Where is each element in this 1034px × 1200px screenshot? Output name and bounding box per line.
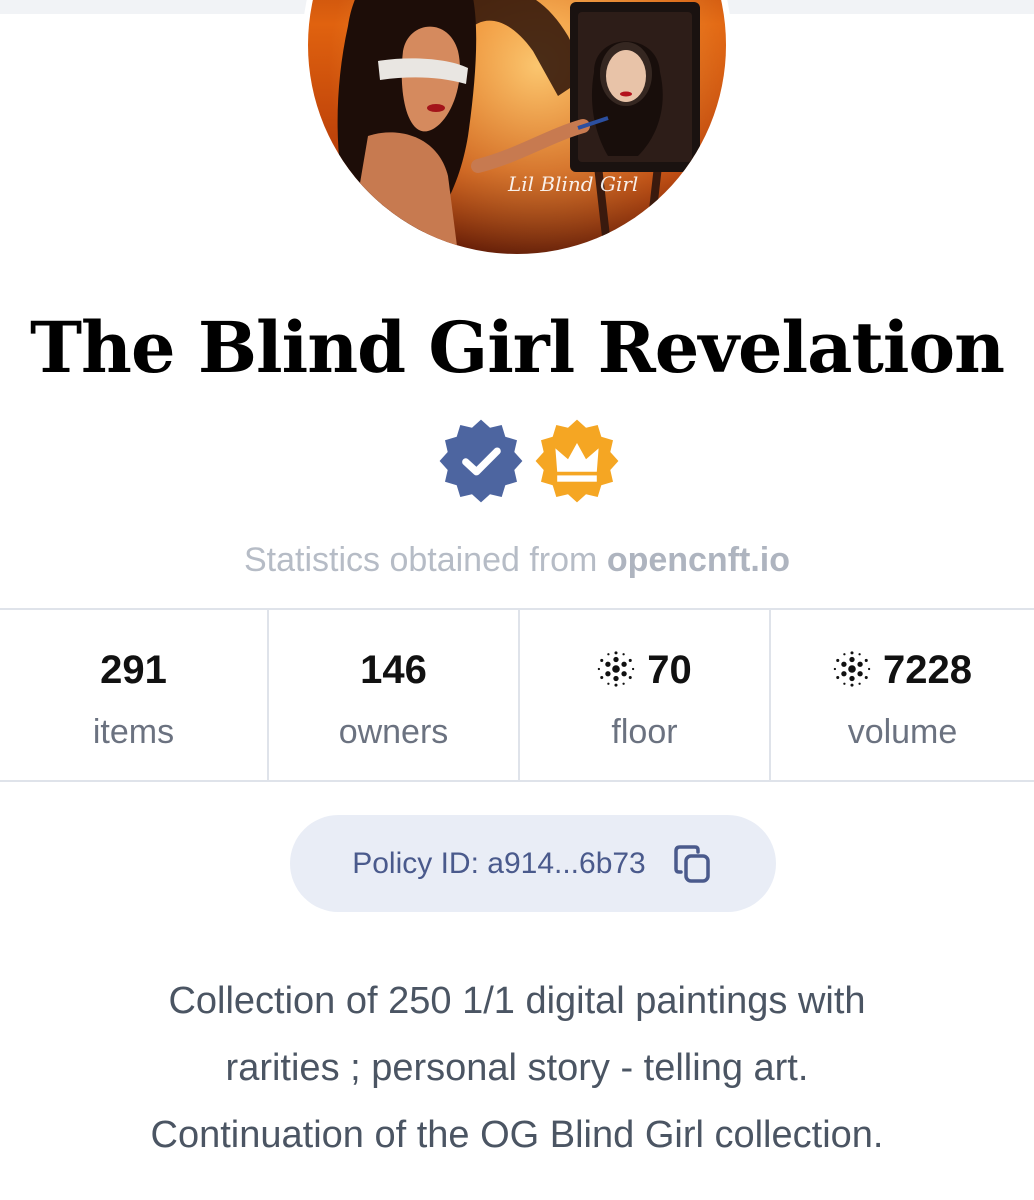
stat-value: 70 — [647, 648, 692, 692]
collection-avatar: Lil Blind Girl — [308, 0, 726, 254]
stat-value-row: 70 — [520, 646, 769, 694]
stats-source: Statistics obtained from opencnft.io — [0, 538, 1034, 582]
stat-volume: 7228 volume — [769, 610, 1034, 780]
stat-value: 291 — [100, 648, 167, 692]
stats-bar: 291 items 146 owners 70 floor 7228 volum… — [0, 608, 1034, 782]
copy-icon[interactable] — [672, 843, 714, 885]
crown-icon — [532, 416, 622, 506]
badge-row — [436, 416, 626, 512]
stat-items: 291 items — [0, 610, 267, 780]
verified-check-icon — [436, 416, 526, 506]
collection-title: The Blind Girl Revelation — [29, 306, 1005, 389]
stat-label: items — [92, 713, 175, 751]
cardano-icon — [833, 650, 871, 688]
collection-description: Collection of 250 1/1 digital paintings … — [40, 968, 994, 1169]
policy-id-text: Policy ID: a914...6b73 — [352, 846, 646, 880]
description-line: rarities ; personal story - telling art. — [225, 1047, 809, 1089]
stats-source-link[interactable]: opencnft.io — [607, 541, 790, 579]
stat-value: 7228 — [883, 648, 972, 692]
stat-floor: 70 floor — [518, 610, 769, 780]
stat-owners: 146 owners — [267, 610, 518, 780]
description-line: Continuation of the OG Blind Girl collec… — [150, 1114, 884, 1156]
stat-label: floor — [611, 713, 678, 751]
stats-source-prefix: Statistics obtained from — [243, 541, 598, 579]
stat-label: owners — [338, 713, 449, 751]
policy-id-button[interactable]: Policy ID: a914...6b73 — [290, 815, 776, 912]
cardano-icon — [597, 650, 635, 688]
description-line: Collection of 250 1/1 digital paintings … — [168, 980, 866, 1022]
stat-label: volume — [847, 713, 958, 751]
avatar-signature: Lil Blind Girl — [507, 172, 638, 196]
stat-value: 146 — [360, 648, 427, 692]
stat-value-row: 7228 — [771, 646, 1034, 694]
